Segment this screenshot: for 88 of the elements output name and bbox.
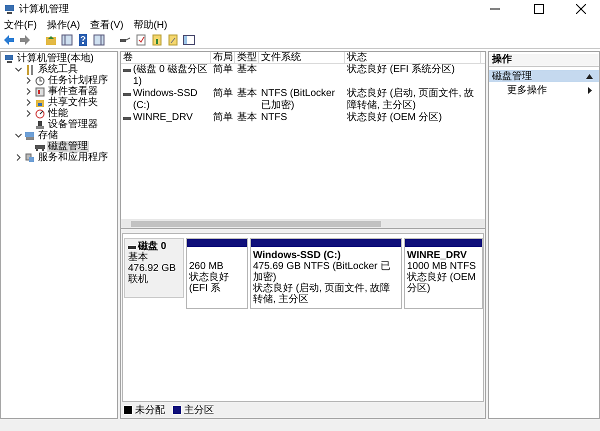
partition-name: Windows-SSD (C:): [253, 250, 342, 261]
table-cell-text: 状态良好 (启动, 页面文件, 故障转储, 主分区): [347, 88, 476, 112]
help-icon[interactable]: [77, 34, 89, 46]
volume-icon: [123, 66, 131, 74]
tree-item[interactable]: 计算机管理(本地): [16, 53, 95, 64]
submenu-arrow-icon[interactable]: [588, 86, 592, 94]
partition-status: 状态良好 (EFI 系: [189, 272, 230, 294]
table-cell: 基本: [237, 112, 257, 124]
column-header[interactable]: 文件系统: [259, 52, 345, 63]
back-arrow-icon[interactable]: [3, 34, 15, 46]
chevron-down-icon[interactable]: [14, 131, 23, 140]
device-icon: [35, 120, 45, 130]
tree-item[interactable]: 设备管理器: [47, 119, 99, 130]
tree-item[interactable]: 服务和应用程序: [37, 152, 109, 163]
partition-status: 状态良好 (OEM 分区): [407, 272, 477, 294]
gauge-icon: [35, 108, 45, 118]
action-item[interactable]: 更多操作: [507, 83, 547, 97]
disk-type: 基本: [128, 252, 149, 263]
menu-item[interactable]: 查看(V): [90, 18, 124, 32]
partition-block[interactable]: WINRE_DRV 1000 MB NTFS 状态良好 (OEM 分区): [404, 238, 483, 309]
partition-block[interactable]: 260 MB 状态良好 (EFI 系: [186, 238, 248, 309]
menu-item[interactable]: 帮助(H): [133, 18, 168, 32]
volume-icon: [123, 114, 131, 122]
chevron-right-icon[interactable]: [24, 98, 33, 107]
partition-status: 状态良好 (启动, 页面文件, 故障转储, 主分区: [253, 283, 392, 305]
tree-item[interactable]: 共享文件夹: [47, 97, 99, 108]
table-cell: 基本: [237, 64, 257, 76]
table-cell: 状态良好 (OEM 分区): [347, 112, 442, 124]
storage-icon: [25, 130, 35, 140]
computer-icon: [4, 4, 15, 14]
computer-icon: [4, 54, 14, 64]
disk-name: 磁盘 0: [138, 241, 166, 252]
maximize-icon[interactable]: [534, 4, 544, 14]
toolbox-icon: [25, 64, 35, 74]
tree-item[interactable]: 磁盘管理: [47, 141, 89, 152]
folder-icon: [35, 98, 45, 108]
table-cell: 状态良好 (EFI 系统分区): [347, 64, 455, 76]
partition-block[interactable]: Windows-SSD (C:) 475.69 GB NTFS (BitLocker 已加密) 状态良好 (启动, 页面文件, 故障转储, 主分区: [250, 238, 402, 309]
table-cell: 简单: [213, 88, 233, 100]
table-cell: WINRE_DRV: [133, 112, 193, 124]
tree-item[interactable]: 性能: [47, 108, 69, 119]
column-header[interactable]: 布局: [211, 52, 235, 63]
tree-item[interactable]: 任务计划程序: [47, 75, 109, 86]
table-cell-text: Windows-SSD (C:): [133, 88, 198, 112]
panel-icon[interactable]: [93, 34, 105, 46]
column-header[interactable]: 卷: [121, 52, 211, 63]
forward-arrow-icon[interactable]: [19, 34, 31, 46]
volume-icon: [123, 90, 131, 98]
pane-title: 操作: [492, 54, 512, 65]
checked-document-icon[interactable]: [135, 34, 147, 46]
document-icon[interactable]: [151, 34, 163, 46]
table-cell-text: NTFS (BitLocker 已加密): [261, 88, 336, 112]
table-cell: NTFS: [261, 112, 288, 124]
folder-up-icon[interactable]: [45, 34, 57, 46]
column-header[interactable]: 状态: [345, 52, 481, 63]
chevron-down-icon[interactable]: [14, 65, 23, 74]
chevron-right-icon[interactable]: [24, 76, 33, 85]
table-cell: 简单: [213, 112, 233, 124]
collapse-triangle-icon[interactable]: [586, 74, 593, 78]
chevron-right-icon[interactable]: [24, 87, 33, 96]
legend-label: 未分配: [135, 404, 165, 417]
partition-size: 475.69 GB NTFS (BitLocker 已加密): [253, 261, 392, 283]
services-icon: [25, 152, 35, 162]
window-title: 计算机管理: [19, 2, 69, 16]
table-cell: 基本: [237, 88, 257, 100]
column-header[interactable]: 类型: [235, 52, 259, 63]
disk-size: 476.92 GB: [128, 263, 177, 274]
clock-icon: [35, 76, 45, 86]
chevron-right-icon[interactable]: [14, 153, 23, 162]
window-icon[interactable]: [183, 34, 195, 46]
partition-size: 260 MB: [189, 261, 224, 272]
menu-item[interactable]: 操作(A): [46, 18, 80, 32]
table-cell-text: (磁盘 0 磁盘分区 1): [133, 64, 208, 88]
panel-icon[interactable]: [61, 34, 73, 46]
menu-item[interactable]: 文件(F): [4, 18, 37, 32]
legend-label: 主分区: [184, 404, 214, 417]
tree-item[interactable]: 存储: [37, 130, 59, 141]
document-icon[interactable]: [167, 34, 179, 46]
disk-status: 联机: [128, 274, 149, 285]
tree-item[interactable]: 系统工具: [37, 64, 79, 75]
partition-name: WINRE_DRV: [407, 250, 468, 261]
horizontal-scrollbar[interactable]: [121, 219, 485, 228]
tree-item[interactable]: 事件查看器: [47, 86, 99, 97]
log-icon: [35, 86, 45, 96]
partition-size: 1000 MB NTFS: [407, 261, 477, 272]
close-icon[interactable]: [576, 4, 586, 14]
table-cell: 简单: [213, 64, 233, 76]
chevron-right-icon[interactable]: [24, 109, 33, 118]
